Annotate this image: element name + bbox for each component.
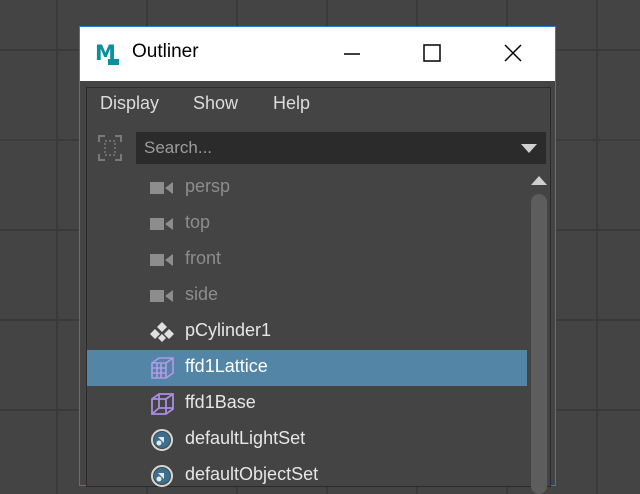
list-item[interactable]: side (87, 278, 527, 314)
outliner-panel: Display Show Help persp top front (86, 87, 551, 494)
filter-icon[interactable] (96, 133, 124, 163)
list-item-label: front (185, 248, 222, 268)
list-item[interactable]: top (87, 206, 527, 242)
maya-app-icon: M (94, 40, 120, 66)
menu-help[interactable]: Help (273, 93, 310, 114)
list-item-selected[interactable]: ffd1Lattice (87, 350, 527, 386)
maximize-icon (423, 44, 441, 62)
maximize-button[interactable] (392, 27, 472, 81)
outliner-window: M Outliner Display Show Help Search... p… (79, 26, 556, 494)
camera-icon (150, 218, 173, 230)
outliner-list: persp top front side pCylinder1 ffd1Latt… (87, 170, 527, 488)
camera-icon (150, 254, 173, 266)
menu-show[interactable]: Show (193, 93, 238, 114)
list-item[interactable]: ffd1Base (87, 386, 527, 422)
transform-icon (150, 322, 174, 342)
list-item[interactable]: persp (87, 170, 527, 206)
list-item-label: ffd1Lattice (185, 356, 268, 376)
list-item-label: pCylinder1 (185, 320, 272, 340)
list-item[interactable]: pCylinder1 (87, 314, 527, 350)
vertical-scrollbar[interactable] (529, 170, 549, 494)
lattice-icon (151, 357, 174, 379)
minimize-icon (344, 53, 360, 55)
list-item-label: side (185, 284, 219, 304)
close-button[interactable] (472, 27, 552, 81)
title-bar[interactable]: M Outliner (80, 27, 555, 81)
list-item-label: top (185, 212, 211, 232)
search-input[interactable] (136, 132, 546, 164)
window-title: Outliner (132, 41, 199, 62)
list-item[interactable]: front (87, 242, 527, 278)
close-icon (504, 44, 522, 62)
set-icon (151, 429, 173, 451)
scroll-up-arrow-icon[interactable] (531, 176, 547, 186)
list-item-label: ffd1Base (185, 392, 256, 412)
chevron-down-icon[interactable] (521, 144, 537, 154)
menu-bar: Display Show Help (87, 88, 550, 120)
camera-icon (150, 290, 173, 302)
minimize-button[interactable] (312, 27, 392, 81)
list-item[interactable]: defaultLightSet (87, 422, 527, 458)
menu-display[interactable]: Display (100, 93, 159, 114)
camera-icon (150, 182, 173, 194)
scroll-thumb[interactable] (531, 194, 547, 494)
lattice-base-icon (151, 393, 174, 415)
list-item-label: defaultObjectSet (185, 464, 319, 484)
list-item-label: defaultLightSet (185, 428, 306, 448)
list-item-label: persp (185, 176, 231, 196)
list-item[interactable]: defaultObjectSet (87, 458, 527, 488)
set-icon (151, 465, 173, 487)
